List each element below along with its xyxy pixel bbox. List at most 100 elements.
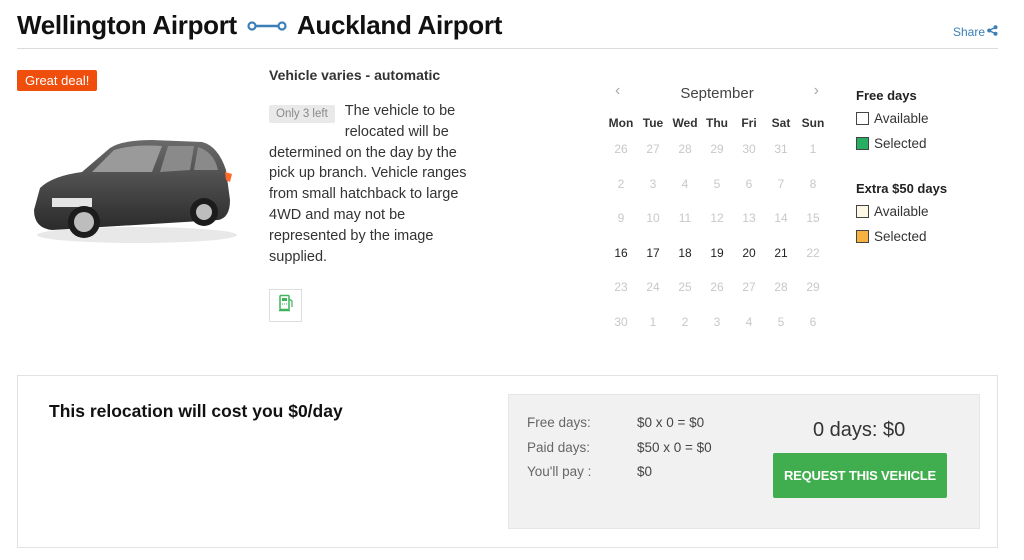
calendar-day-disabled: 9 <box>617 211 625 225</box>
fuel-feature <box>269 289 302 322</box>
cost-title: This relocation will cost you $0/day <box>49 401 343 421</box>
calendar-day-disabled: 25 <box>678 280 692 294</box>
free-available-swatch <box>856 112 869 125</box>
vehicle-title: Vehicle varies - automatic <box>269 67 441 83</box>
origin-name: Wellington Airport <box>17 10 237 40</box>
stock-badge: Only 3 left <box>269 105 335 123</box>
cost-row-label: Free days: <box>527 415 591 430</box>
cost-row-free: Free days: $0 x 0 = $0 <box>527 415 712 440</box>
cost-row-paid: Paid days: $50 x 0 = $0 <box>527 440 712 465</box>
calendar-day-available[interactable]: 17 <box>637 236 669 271</box>
free-selected-swatch <box>856 137 869 150</box>
weekday-header: Mon <box>608 116 634 130</box>
availability-calendar: ‹ September › Mon Tue Wed Thu Fri Sat Sun 26 27 2… <box>605 82 829 339</box>
chevron-left-icon[interactable]: ‹ <box>615 82 620 100</box>
weekday-header: Wed <box>672 116 698 130</box>
cost-breakdown: Free days: $0 x 0 = $0 Paid days: $50 x … <box>527 415 712 489</box>
calendar-day-disabled: 5 <box>713 176 721 191</box>
vehicle-description-block: Only 3 left The vehicle to be relocated … <box>269 101 481 267</box>
cost-row-value: $0 <box>637 464 653 479</box>
legend-label: Available <box>874 111 929 126</box>
calendar-day-disabled: 29 <box>710 142 724 156</box>
calendar-day-disabled: 2 <box>617 176 625 191</box>
calendar-day-disabled: 4 <box>745 314 753 329</box>
calendar-day-disabled: 3 <box>649 176 657 191</box>
calendar-day-available[interactable]: 21 <box>765 236 797 271</box>
calendar-day-disabled: 7 <box>777 176 785 191</box>
calendar-day-disabled: 4 <box>681 176 689 191</box>
calendar-day-disabled: 26 <box>614 142 628 156</box>
calendar-day-disabled: 28 <box>678 142 692 156</box>
calendar-day-disabled: 12 <box>710 211 724 225</box>
calendar-day-disabled: 29 <box>806 280 820 294</box>
share-label: Share <box>952 25 985 39</box>
calendar-day-disabled: 31 <box>774 142 788 156</box>
car-image <box>22 100 242 270</box>
calendar-day-disabled: 3 <box>713 314 721 329</box>
calendar-day-available[interactable]: 16 <box>605 236 637 271</box>
legend-extra-selected: Selected <box>856 224 947 249</box>
legend-free-days: Free days Available Selected <box>856 88 947 156</box>
share-icon <box>987 25 998 39</box>
legend-label: Selected <box>874 136 927 151</box>
route-title: Wellington Airport Auckland Airport <box>17 10 502 41</box>
calendar-header: ‹ September › <box>605 82 829 106</box>
calendar-day-disabled: 30 <box>614 314 628 329</box>
calendar-day-disabled: 11 <box>678 211 692 225</box>
page-header: Wellington Airport Auckland Airport Shar… <box>17 8 998 49</box>
calendar-day-disabled: 8 <box>809 176 817 191</box>
weekday-header: Sat <box>771 116 791 130</box>
legend-free-title: Free days <box>856 88 917 103</box>
calendar-day-available[interactable]: 20 <box>733 236 765 271</box>
destination-name: Auckland Airport <box>296 10 503 40</box>
legend-label: Selected <box>874 229 927 244</box>
route-connector-icon <box>247 20 287 32</box>
calendar-day-disabled: 27 <box>646 142 660 156</box>
calendar-month: September <box>680 85 754 102</box>
calendar-day-disabled: 27 <box>742 280 756 294</box>
total-days-cost: 0 days: $0 <box>813 419 906 441</box>
weekday-header: Thu <box>706 116 728 130</box>
extra-selected-swatch <box>856 230 869 243</box>
cost-summary: Free days: $0 x 0 = $0 Paid days: $50 x … <box>508 394 980 529</box>
chevron-right-icon[interactable]: › <box>814 82 819 100</box>
legend-label: Available <box>874 204 929 219</box>
calendar-day-disabled: 28 <box>774 280 788 294</box>
calendar-day-disabled: 30 <box>742 142 756 156</box>
calendar-day-disabled: 14 <box>774 211 788 225</box>
weekday-header: Sun <box>801 116 825 130</box>
calendar-day-disabled: 1 <box>809 142 817 156</box>
legend-free-available: Available <box>856 106 947 131</box>
calendar-day-disabled: 10 <box>646 211 660 225</box>
weekday-header: Tue <box>642 116 664 130</box>
calendar-day-disabled: 6 <box>809 314 817 329</box>
calendar-day-disabled: 23 <box>614 280 628 294</box>
vehicle-description: The vehicle to be relocated will be dete… <box>269 103 467 265</box>
request-vehicle-button[interactable]: REQUEST THIS VEHICLE <box>773 453 947 498</box>
extra-available-swatch <box>856 205 869 218</box>
weekday-header: Fri <box>741 116 757 130</box>
cost-row-label: You'll pay : <box>527 464 592 479</box>
calendar-day-disabled: 6 <box>745 176 753 191</box>
cost-panel: This relocation will cost you $0/day Fre… <box>17 375 998 548</box>
calendar-day-disabled: 1 <box>649 314 657 329</box>
calendar-day-disabled: 15 <box>806 211 820 225</box>
calendar-legend: Free days Available Selected Extra $50 d… <box>856 88 947 249</box>
calendar-day-disabled: 13 <box>742 211 756 225</box>
calendar-day-disabled: 24 <box>646 280 660 294</box>
great-deal-badge: Great deal! <box>17 70 98 91</box>
cost-row-value: $50 x 0 = $0 <box>637 439 712 455</box>
fuel-pump-icon <box>278 294 294 317</box>
calendar-day-available[interactable]: 18 <box>669 236 701 271</box>
calendar-day-available[interactable]: 19 <box>701 236 733 271</box>
legend-extra-title: Extra $50 days <box>856 181 948 196</box>
calendar-day-disabled: 22 <box>806 245 820 260</box>
share-button[interactable]: Share <box>953 25 998 39</box>
cost-row-total: You'll pay : $0 <box>527 464 712 489</box>
calendar-day-disabled: 2 <box>681 314 689 329</box>
cost-row-value: $0 x 0 = $0 <box>637 415 705 430</box>
calendar-day-disabled: 26 <box>710 280 724 294</box>
calendar-grid: Mon Tue Wed Thu Fri Sat Sun 26 27 28 29 30 31 1 2 3 4 5 6 7… <box>605 114 829 339</box>
legend-extra-days: Extra $50 days Available Selected <box>856 181 947 249</box>
calendar-day-disabled: 5 <box>777 314 785 329</box>
